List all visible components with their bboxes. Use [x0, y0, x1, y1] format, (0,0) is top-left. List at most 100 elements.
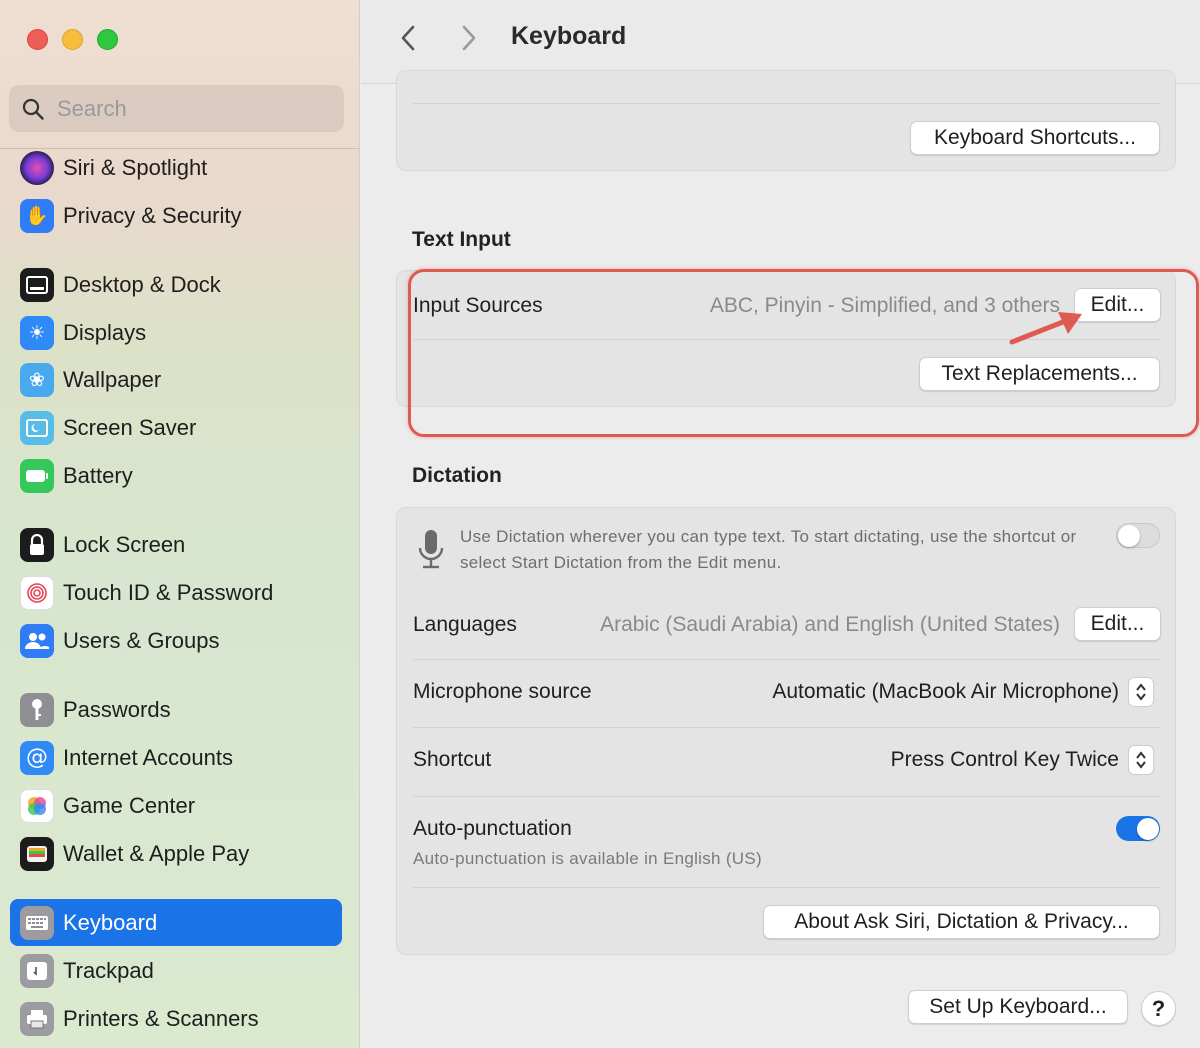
keyboard-icon — [20, 905, 54, 940]
microphone-source-popup[interactable] — [1128, 677, 1154, 707]
dictation-toggle[interactable] — [1116, 523, 1160, 548]
input-sources-label: Input Sources — [413, 294, 543, 317]
languages-edit-button[interactable]: Edit... — [1074, 607, 1161, 641]
sidebar-item-siri-spotlight[interactable]: Siri & Spotlight — [10, 144, 342, 191]
dictation-description: Use Dictation wherever you can type text… — [460, 527, 1077, 572]
trackpad-icon — [20, 953, 54, 988]
sidebar-item-label: Lock Screen — [63, 531, 186, 557]
battery-icon — [20, 458, 54, 493]
key-icon — [20, 692, 54, 727]
sidebar-item-privacy-security[interactable]: ✋ Privacy & Security — [10, 192, 342, 239]
sidebar-item-desktop-dock[interactable]: Desktop & Dock — [10, 261, 342, 308]
sidebar-item-label: Displays — [63, 319, 147, 345]
sidebar-item-touch-id-password[interactable]: Touch ID & Password — [10, 569, 342, 616]
sidebar-item-label: Privacy & Security — [63, 202, 242, 228]
dock-icon — [20, 267, 54, 302]
sidebar-item-screen-saver[interactable]: Screen Saver — [10, 404, 342, 451]
sidebar-item-wallpaper[interactable]: ❀ Wallpaper — [10, 356, 342, 403]
minimize-window-button[interactable] — [62, 29, 83, 50]
chevron-right-icon — [462, 25, 476, 51]
input-sources-edit-button[interactable]: Edit... — [1074, 288, 1161, 322]
search-input[interactable] — [57, 95, 317, 122]
auto-punctuation-label: Auto-punctuation — [413, 817, 572, 840]
sidebar-item-label: Printers & Scanners — [63, 1005, 259, 1031]
sidebar-item-label: Game Center — [63, 792, 196, 818]
forward-button[interactable] — [453, 22, 485, 54]
sidebar-item-keyboard[interactable]: Keyboard — [10, 899, 342, 946]
toggle-knob — [1137, 818, 1159, 840]
microphone-source-label: Microphone source — [413, 680, 592, 703]
sidebar-item-printers-scanners[interactable]: Printers & Scanners — [10, 995, 342, 1042]
sidebar-item-displays[interactable]: ☀ Displays — [10, 309, 342, 356]
game-center-icon — [20, 788, 54, 823]
window-controls — [27, 29, 118, 50]
about-siri-dictation-privacy-button[interactable]: About Ask Siri, Dictation & Privacy... — [763, 905, 1160, 939]
chevron-left-icon — [401, 25, 415, 51]
sidebar-item-trackpad[interactable]: Trackpad — [10, 947, 342, 994]
up-down-chevron-icon — [1136, 683, 1146, 701]
divider — [413, 103, 1161, 104]
at-icon: @ — [20, 740, 54, 775]
dictation-heading: Dictation — [412, 464, 502, 487]
sidebar-item-label: Screen Saver — [63, 414, 197, 440]
sidebar-item-label: Users & Groups — [63, 627, 220, 653]
shortcut-label: Shortcut — [413, 748, 492, 771]
hand-icon: ✋ — [20, 198, 54, 233]
auto-punctuation-toggle[interactable] — [1116, 816, 1160, 841]
text-input-heading: Text Input — [412, 228, 511, 251]
annotation-arrow-icon — [1009, 312, 1082, 345]
up-down-chevron-icon — [1136, 751, 1146, 769]
screen-saver-icon — [20, 410, 54, 445]
sidebar-item-battery[interactable]: Battery — [10, 452, 342, 499]
back-button[interactable] — [392, 22, 424, 54]
help-button[interactable]: ? — [1141, 991, 1176, 1026]
toggle-knob — [1118, 525, 1140, 547]
sidebar-item-label: Wallet & Apple Pay — [63, 840, 250, 866]
text-replacements-button[interactable]: Text Replacements... — [919, 357, 1160, 391]
divider — [413, 659, 1161, 660]
siri-icon — [20, 150, 54, 185]
keyboard-settings-card: Keyboard Shortcuts... — [396, 70, 1176, 171]
close-window-button[interactable] — [27, 29, 48, 50]
printer-icon — [20, 1001, 54, 1036]
fingerprint-icon — [20, 575, 54, 610]
lock-icon — [20, 527, 54, 562]
sidebar-item-wallet-apple-pay[interactable]: Wallet & Apple Pay — [10, 830, 342, 877]
search-icon — [22, 98, 44, 120]
divider — [413, 887, 1161, 888]
sidebar-item-label: Battery — [63, 462, 133, 488]
wallet-icon — [20, 836, 54, 871]
microphone-source-value[interactable]: Automatic (MacBook Air Microphone) — [772, 680, 1119, 704]
set-up-keyboard-button[interactable]: Set Up Keyboard... — [908, 990, 1128, 1024]
sidebar-item-label: Desktop & Dock — [63, 271, 221, 297]
sidebar-item-label: Keyboard — [63, 909, 158, 935]
sidebar-item-label: Wallpaper — [63, 366, 162, 392]
shortcut-value[interactable]: Press Control Key Twice — [891, 748, 1119, 772]
sidebar-item-label: Trackpad — [63, 957, 154, 983]
main-pane: Keyboard Keyboard Shortcuts... Text Inpu… — [361, 0, 1200, 1048]
sidebar-item-lock-screen[interactable]: Lock Screen — [10, 521, 342, 568]
languages-value: Arabic (Saudi Arabia) and English (Unite… — [600, 613, 1060, 636]
dictation-card: Use Dictation wherever you can type text… — [396, 507, 1176, 955]
languages-label: Languages — [413, 613, 517, 636]
sidebar: Siri & Spotlight ✋ Privacy & Security De… — [0, 0, 360, 1048]
zoom-window-button[interactable] — [97, 29, 118, 50]
sidebar-item-users-groups[interactable]: Users & Groups — [10, 617, 342, 664]
sidebar-item-label: Siri & Spotlight — [63, 154, 208, 180]
page-title: Keyboard — [511, 22, 627, 50]
sidebar-item-label: Passwords — [63, 696, 171, 722]
divider — [413, 796, 1161, 797]
users-icon — [20, 623, 54, 658]
sun-icon: ☀ — [20, 315, 54, 350]
sidebar-item-internet-accounts[interactable]: @ Internet Accounts — [10, 734, 342, 781]
microphone-icon — [418, 530, 444, 569]
flower-icon: ❀ — [20, 362, 54, 397]
keyboard-shortcuts-button[interactable]: Keyboard Shortcuts... — [910, 121, 1160, 155]
shortcut-popup[interactable] — [1128, 745, 1154, 775]
auto-punctuation-subtext: Auto-punctuation is available in English… — [413, 849, 762, 868]
sidebar-item-game-center[interactable]: Game Center — [10, 782, 342, 829]
search-field[interactable] — [9, 85, 344, 132]
sidebar-item-passwords[interactable]: Passwords — [10, 686, 342, 733]
sidebar-item-label: Touch ID & Password — [63, 579, 274, 605]
sidebar-item-label: Internet Accounts — [63, 744, 233, 770]
